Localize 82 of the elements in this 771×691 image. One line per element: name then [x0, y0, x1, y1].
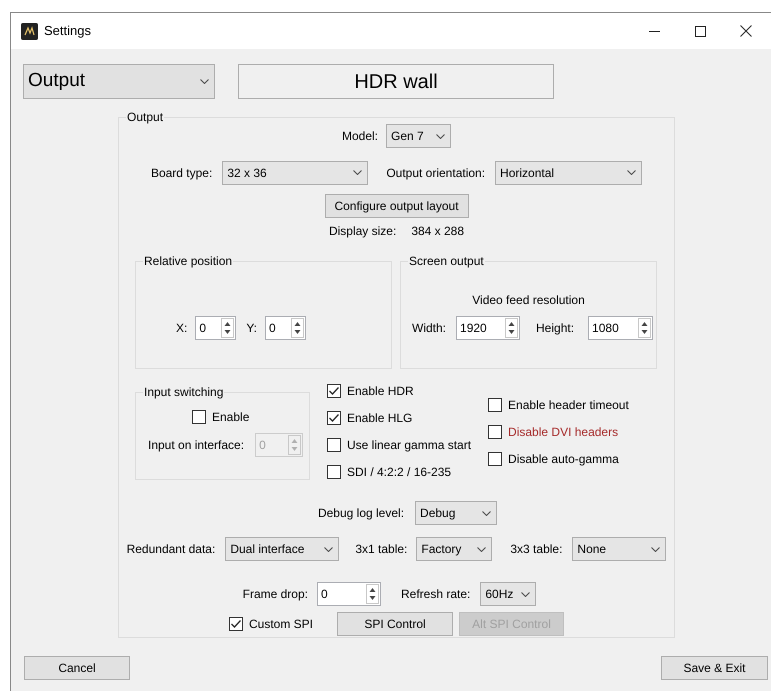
spin-arrows-icon: [505, 318, 518, 338]
chevron-icon: [627, 170, 636, 175]
field-label: Display size:: [328, 223, 396, 240]
spin-arrows-icon: [291, 318, 304, 338]
field-label: Board type:: [150, 164, 212, 182]
spin-arrows-icon: [366, 584, 379, 604]
window-title: Settings: [44, 22, 91, 40]
spin-arrows-icon: [221, 318, 234, 338]
save-button[interactable]: Save & Exit: [661, 656, 768, 680]
close-icon: [740, 25, 752, 37]
checkbox[interactable]: [327, 438, 341, 452]
dropdown[interactable]: Dual interface: [225, 537, 340, 561]
button[interactable]: Configure output layout: [324, 194, 468, 218]
chevron-icon: [436, 134, 446, 138]
field-label: Input on interface:: [148, 437, 244, 454]
check-icon: [230, 620, 241, 628]
checkbox[interactable]: [228, 617, 243, 631]
spin-box[interactable]: 1920: [456, 316, 520, 340]
dropdown[interactable]: Output: [23, 64, 215, 99]
maximize-icon: [694, 26, 706, 36]
spin-arrows-icon: [638, 318, 652, 338]
chevron-icon: [651, 546, 660, 552]
name-field[interactable]: HDR wall: [238, 64, 554, 99]
display-size-value: 384 x 288: [411, 223, 464, 240]
field-label: Height:: [536, 320, 574, 337]
section-label: Video feed resolution: [472, 292, 585, 309]
dropdown[interactable]: 32 x 36: [222, 160, 368, 184]
checkbox-label[interactable]: Use linear gamma start: [347, 436, 472, 454]
field-label: X:: [176, 320, 188, 337]
field-label: Width:: [412, 320, 446, 337]
checkbox-label[interactable]: Disable DVI headers: [508, 422, 618, 440]
field-label: Redundant data:: [126, 541, 216, 558]
dropdown[interactable]: Gen 7: [386, 124, 452, 148]
chevron-icon: [482, 510, 492, 516]
field-label: Y:: [246, 320, 258, 337]
chevron-icon: [353, 170, 362, 175]
checkbox-label[interactable]: Enable: [212, 408, 250, 426]
field-label: Debug log level:: [318, 505, 404, 522]
checkbox[interactable]: [488, 398, 502, 412]
checkbox[interactable]: [192, 410, 206, 424]
checkbox-label[interactable]: Enable header timeout: [508, 396, 629, 414]
group-title: Screen output: [408, 254, 485, 268]
field-label: Output orientation:: [386, 164, 486, 182]
dropdown[interactable]: Debug: [415, 501, 498, 525]
spin-arrows-icon: [288, 435, 302, 455]
spin-box[interactable]: 1080: [588, 316, 654, 340]
group-title: Output: [126, 110, 164, 124]
spin-box[interactable]: 0: [195, 316, 236, 340]
chevron-icon: [521, 592, 530, 596]
checkbox-label[interactable]: Custom SPI: [248, 615, 314, 633]
checkbox[interactable]: [327, 384, 341, 398]
check-icon: [329, 387, 339, 395]
field-label: Model:: [342, 128, 378, 145]
check-icon: [329, 414, 339, 422]
field-label: 3x3 table:: [510, 541, 562, 558]
dropdown[interactable]: 60Hz: [480, 582, 536, 606]
dropdown[interactable]: Horizontal: [495, 160, 642, 184]
field-label: 3x1 table:: [355, 541, 408, 558]
checkbox-label[interactable]: SDI / 4:2:2 / 16-235: [347, 463, 452, 481]
app-logo-icon: [21, 22, 38, 40]
field-label: Refresh rate:: [400, 586, 470, 603]
checkbox-label[interactable]: Enable HDR: [347, 382, 414, 400]
dropdown[interactable]: Factory: [416, 537, 492, 561]
checkbox-label[interactable]: Enable HLG: [347, 409, 412, 427]
chevron-icon: [324, 546, 334, 552]
checkbox[interactable]: [327, 411, 341, 425]
group-title: Input switching: [143, 384, 224, 398]
button[interactable]: SPI Control: [337, 612, 454, 636]
spin-box[interactable]: 0: [316, 582, 381, 606]
cancel-button[interactable]: Cancel: [24, 656, 130, 680]
minimize-icon: [648, 30, 660, 32]
chevron-icon: [477, 546, 486, 552]
group-title: Relative position: [143, 254, 234, 268]
dropdown[interactable]: None: [572, 537, 666, 561]
checkbox[interactable]: [488, 452, 502, 466]
chevron-icon: [200, 79, 209, 84]
checkbox[interactable]: [327, 465, 341, 479]
field-label: Frame drop:: [242, 586, 308, 603]
checkbox-label[interactable]: Disable auto-gamma: [508, 450, 619, 468]
spin-box: 0: [255, 433, 304, 457]
checkbox[interactable]: [488, 424, 502, 438]
spin-box[interactable]: 0: [265, 316, 306, 340]
